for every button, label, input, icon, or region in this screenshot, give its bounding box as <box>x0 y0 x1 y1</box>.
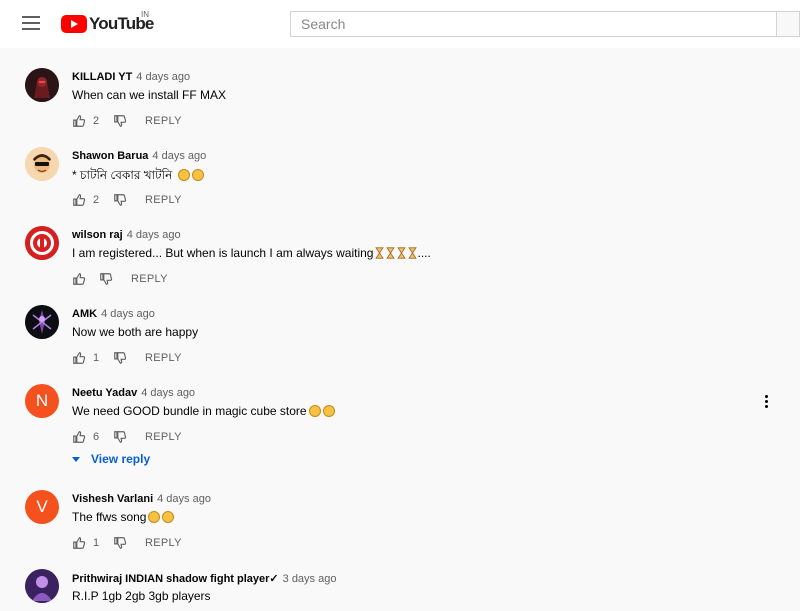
dislike-icon[interactable] <box>99 272 113 286</box>
comment-text: We need GOOD bundle in magic cube store <box>72 404 335 418</box>
comment-actions: 1 REPLY <box>72 535 182 551</box>
avatar[interactable]: V <box>25 490 59 524</box>
country-code: IN <box>141 10 149 19</box>
dizzy-face-emoji-icon <box>177 169 190 181</box>
dislike-icon[interactable] <box>113 351 127 365</box>
comment-actions: 2 REPLY <box>72 192 182 208</box>
dislike-icon[interactable] <box>113 536 127 550</box>
reply-button[interactable]: REPLY <box>145 537 182 549</box>
kissing-face-emoji-icon <box>148 511 161 523</box>
comment-actions: 1 REPLY <box>72 350 182 366</box>
hourglass-emoji-icon <box>386 247 396 259</box>
avatar[interactable] <box>25 569 59 603</box>
comment-text: I am registered... But when is launch I … <box>72 246 431 260</box>
dislike-icon[interactable] <box>113 430 127 444</box>
comment-author[interactable]: Prithwiraj INDIAN shadow fight player✓ 3 … <box>72 572 336 585</box>
comment-author[interactable]: Shawon Barua 4 days ago <box>72 150 206 162</box>
search-input[interactable] <box>290 11 776 37</box>
like-icon[interactable] <box>72 536 86 550</box>
menu-icon[interactable] <box>22 16 40 30</box>
comment-author[interactable]: Neetu Yadav 4 days ago <box>72 387 195 399</box>
comment-text: R.I.P 1gb 2gb 3gb players <box>72 589 211 603</box>
dislike-icon[interactable] <box>113 193 127 207</box>
avatar[interactable] <box>25 305 59 339</box>
comment-text: * চাটনি বেকার খাটনি <box>72 167 204 187</box>
hourglass-emoji-icon <box>397 247 407 259</box>
youtube-play-icon <box>61 15 87 33</box>
comment-author[interactable]: KILLADI YT 4 days ago <box>72 71 190 83</box>
like-icon[interactable] <box>72 114 86 128</box>
reply-button[interactable]: REPLY <box>145 194 182 206</box>
comment-time[interactable]: 4 days ago <box>152 150 206 162</box>
comment-time[interactable]: 4 days ago <box>141 387 195 399</box>
kissing-face-emoji-icon <box>162 511 175 523</box>
masthead: YouTube IN <box>0 0 800 48</box>
like-count: 1 <box>93 352 100 364</box>
comment-time[interactable]: 4 days ago <box>127 229 181 241</box>
like-icon[interactable] <box>72 193 86 207</box>
comment-actions: 2 REPLY <box>72 113 182 129</box>
comment-text: Now we both are happy <box>72 325 199 339</box>
comment-time[interactable]: 4 days ago <box>101 308 155 320</box>
hourglass-emoji-icon <box>375 247 385 259</box>
comment-time[interactable]: 3 days ago <box>283 573 337 585</box>
dislike-icon[interactable] <box>113 114 127 128</box>
comment-time[interactable]: 4 days ago <box>157 493 211 505</box>
like-count: 2 <box>93 194 100 206</box>
comment-actions: 6 REPLY <box>72 429 182 445</box>
dizzy-face-emoji-icon <box>191 169 204 181</box>
chevron-down-icon <box>72 456 80 462</box>
youtube-logo[interactable]: YouTube IN <box>61 10 154 34</box>
avatar[interactable] <box>25 226 59 260</box>
search-button[interactable] <box>776 11 800 37</box>
comment-author[interactable]: AMK 4 days ago <box>72 308 155 320</box>
more-actions-icon[interactable] <box>764 394 770 410</box>
avatar[interactable]: N <box>25 384 59 418</box>
reply-button[interactable]: REPLY <box>145 352 182 364</box>
smirking-face-emoji-icon <box>322 405 335 417</box>
like-icon[interactable] <box>72 272 86 286</box>
comment-text: When can we install FF MAX <box>72 88 227 102</box>
avatar[interactable] <box>25 68 59 102</box>
like-count: 6 <box>93 431 100 443</box>
like-icon[interactable] <box>72 351 86 365</box>
comment-author[interactable]: wilson raj 4 days ago <box>72 229 181 241</box>
view-replies-button[interactable]: View reply <box>72 452 150 466</box>
like-icon[interactable] <box>72 430 86 444</box>
comment-text: The ffws song <box>72 510 175 524</box>
reply-button[interactable]: REPLY <box>131 273 168 285</box>
comment-time[interactable]: 4 days ago <box>136 71 190 83</box>
like-count: 2 <box>93 115 100 127</box>
avatar[interactable] <box>25 147 59 181</box>
reply-button[interactable]: REPLY <box>145 115 182 127</box>
comment-author[interactable]: Vishesh Varlani 4 days ago <box>72 493 211 505</box>
reply-button[interactable]: REPLY <box>145 431 182 443</box>
like-count: 1 <box>93 537 100 549</box>
comment-actions: REPLY <box>72 271 168 287</box>
persevering-face-emoji-icon <box>308 405 321 417</box>
